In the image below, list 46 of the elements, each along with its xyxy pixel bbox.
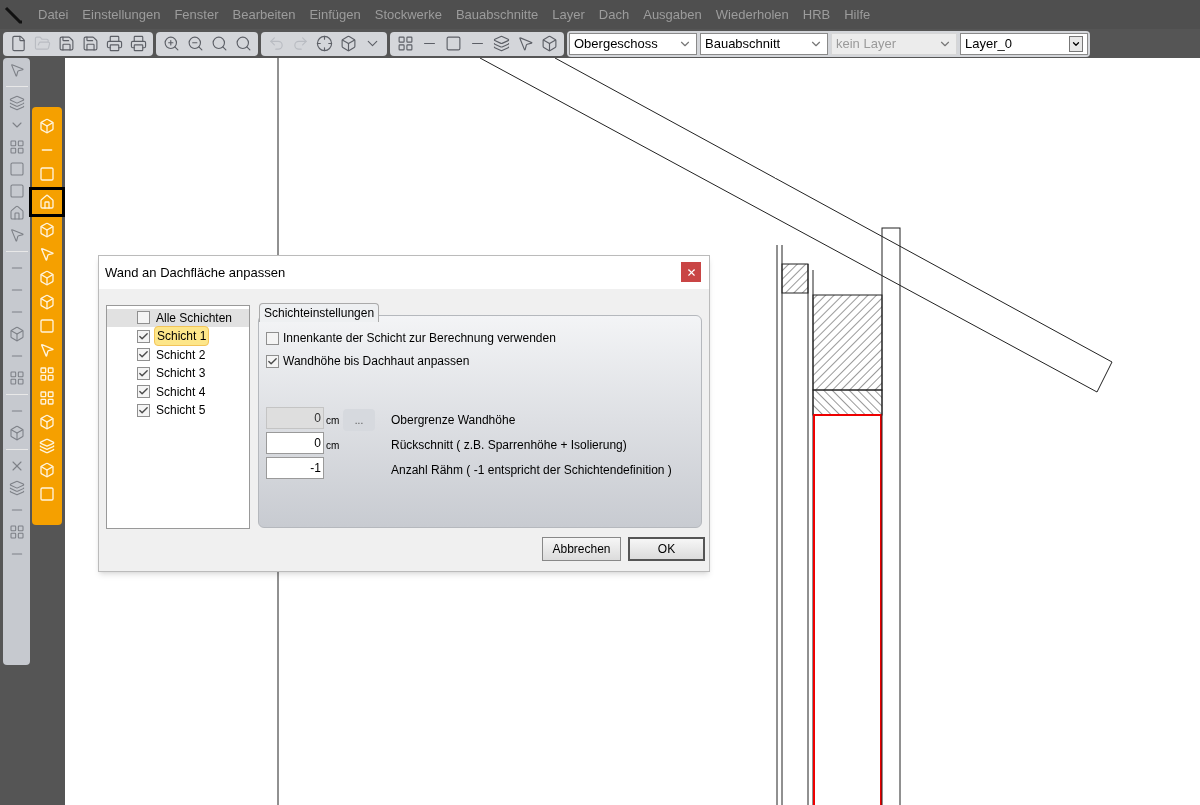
- menu-item[interactable]: HRB: [802, 4, 831, 25]
- checkbox[interactable]: [137, 311, 150, 325]
- field-label: Obergrenze Wandhöhe: [391, 411, 516, 429]
- option-label: Innenkante der Schicht zur Berechnung verwenden: [283, 330, 556, 348]
- menu-item[interactable]: Hilfe: [844, 4, 871, 25]
- dropdown[interactable]: Bauabschnitt: [700, 32, 828, 55]
- field-label: Rückschnitt ( z.B. Sparrenhöhe + Isolierung): [391, 436, 627, 454]
- checkbox[interactable]: [137, 403, 150, 417]
- number-field[interactable]: 0: [266, 431, 324, 454]
- list-entry[interactable]: Schicht 1: [154, 326, 210, 347]
- menu-item[interactable]: Einfügen: [309, 4, 361, 25]
- checkbox[interactable]: [266, 354, 279, 368]
- field-label: Anzahl Rähm ( -1 entspricht der Schichtendefinition ): [391, 461, 672, 479]
- menu-item[interactable]: Bauabschnitte: [455, 4, 539, 25]
- option-label: Wandhöhe bis Dachhaut anpassen: [283, 353, 470, 371]
- number-field[interactable]: -1: [266, 456, 324, 479]
- unit-label: cm: [326, 414, 340, 426]
- list-entry[interactable]: Schicht 5: [154, 401, 208, 420]
- list-entry[interactable]: Schicht 2: [154, 345, 208, 364]
- unit-label: cm: [326, 439, 340, 451]
- menu-item[interactable]: Wiederholen: [715, 4, 789, 25]
- dropdown[interactable]: Obergeschoss: [569, 32, 697, 55]
- menu-item[interactable]: Stockwerke: [374, 4, 442, 25]
- dialog-button[interactable]: OK: [628, 536, 705, 561]
- close-button[interactable]: [681, 262, 701, 283]
- dropdown[interactable]: Layer_0: [960, 32, 1088, 55]
- app-logo-icon: [4, 4, 24, 25]
- list-entry[interactable]: Schicht 4: [154, 382, 208, 401]
- caret-icon: [1069, 35, 1083, 52]
- dialog-title: Wand an Dachfläche anpassen: [105, 263, 286, 282]
- checkbox[interactable]: [137, 366, 150, 380]
- menu-item[interactable]: Bearbeiten: [232, 4, 296, 25]
- house-icon[interactable]: [29, 187, 65, 217]
- dialog-button[interactable]: Abbrechen: [542, 536, 621, 561]
- menu-item[interactable]: Layer: [552, 4, 585, 25]
- checkbox[interactable]: [137, 348, 150, 362]
- menu-item[interactable]: Dach: [598, 4, 630, 25]
- menu-item[interactable]: Fenster: [174, 4, 219, 25]
- list-entry[interactable]: Schicht 3: [154, 364, 208, 383]
- checkbox[interactable]: [137, 385, 150, 399]
- menu-item[interactable]: Datei: [38, 4, 69, 25]
- checkbox[interactable]: [266, 331, 279, 345]
- menu-item[interactable]: Einstellungen: [82, 4, 161, 25]
- menu-item[interactable]: Ausgaben: [643, 4, 702, 25]
- checkbox[interactable]: [137, 329, 150, 343]
- close-icon: [685, 266, 697, 278]
